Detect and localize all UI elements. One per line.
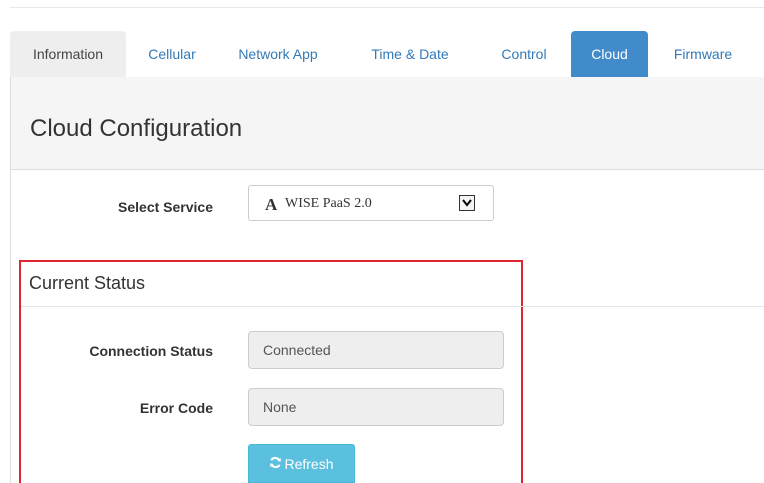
status-divider	[21, 306, 764, 307]
service-type-icon: A	[265, 195, 278, 214]
tab-network-app[interactable]: Network App	[224, 31, 332, 77]
tab-information[interactable]: Information	[10, 31, 126, 77]
tab-cellular[interactable]: Cellular	[134, 31, 210, 77]
tab-firmware[interactable]: Firmware	[658, 31, 748, 77]
tab-cloud[interactable]: Cloud	[571, 31, 648, 77]
current-status-title: Current Status	[29, 273, 146, 293]
select-service-label: Select Service	[118, 199, 213, 215]
connection-status-label: Connection Status	[89, 343, 213, 359]
connection-status-field: Connected	[248, 331, 504, 369]
page-title: Cloud Configuration	[30, 115, 243, 142]
refresh-button-label: Refresh	[284, 456, 334, 472]
chevron-down-icon[interactable]	[459, 195, 475, 211]
panel-heading: Cloud Configuration	[11, 77, 764, 170]
service-select-value: WISE PaaS 2.0	[285, 196, 372, 211]
tab-control[interactable]: Control	[486, 31, 562, 77]
refresh-button[interactable]: Refresh	[248, 444, 355, 483]
error-code-label: Error Code	[139, 400, 213, 416]
cloud-panel: Cloud Configuration Select Service A WIS…	[10, 77, 764, 483]
refresh-icon	[269, 445, 282, 483]
service-select[interactable]: A WISE PaaS 2.0	[248, 185, 494, 221]
tab-time-date[interactable]: Time & Date	[358, 31, 462, 77]
error-code-field: None	[248, 388, 504, 426]
top-divider	[10, 7, 764, 8]
